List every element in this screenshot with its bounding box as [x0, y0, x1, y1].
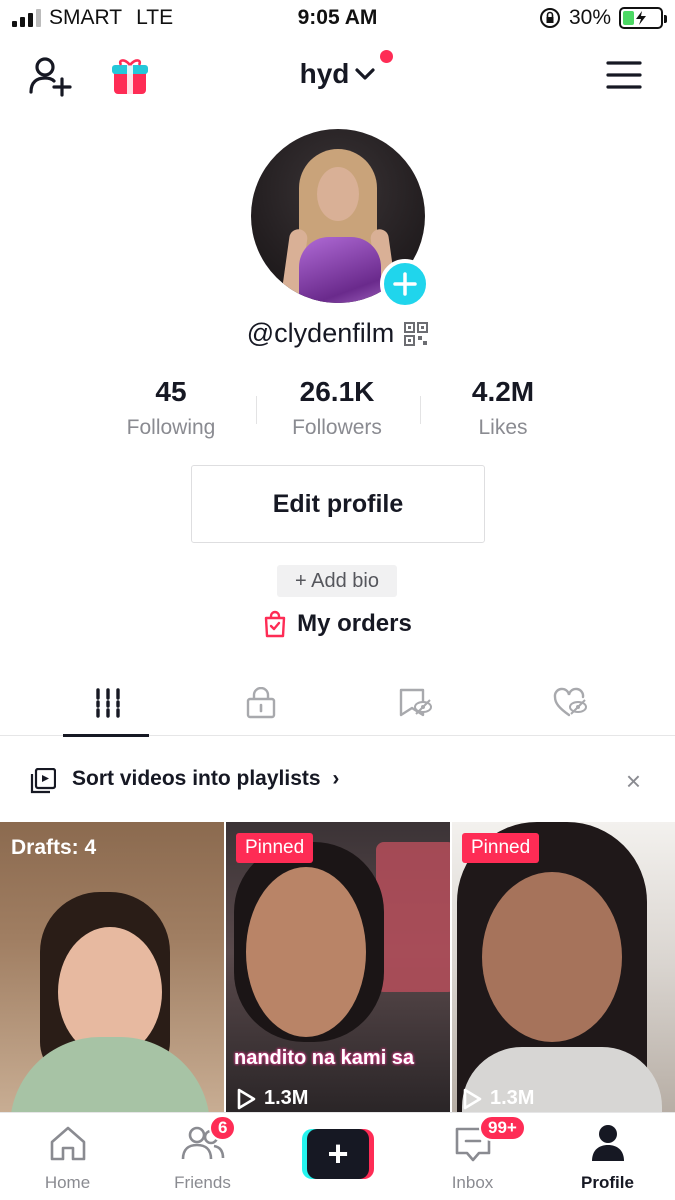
tab-liked[interactable]	[526, 670, 616, 736]
profile-icon	[591, 1125, 624, 1161]
nav-friends-label: Friends	[174, 1173, 231, 1192]
video-caption: nandito na kami sa	[234, 1047, 415, 1069]
nav-inbox[interactable]: 99+ Inbox	[405, 1115, 540, 1193]
close-icon[interactable]: ×	[626, 766, 641, 797]
chevron-down-icon	[355, 68, 375, 80]
profile-stats: 45 Following 26.1K Followers 4.2M Likes	[0, 376, 675, 446]
followers-label: Followers	[292, 416, 382, 439]
my-orders-link[interactable]: My orders	[0, 610, 675, 645]
add-bio-button[interactable]: + Add bio	[277, 565, 397, 597]
likes-count: 4.2M	[471, 376, 535, 407]
account-username: hyd	[299, 58, 350, 89]
shopping-bag-icon	[264, 610, 286, 638]
inbox-badge: 99+	[479, 1115, 526, 1141]
status-bar: SMART LTE 9:05 AM 30%	[0, 0, 675, 40]
playlists-banner[interactable]: Sort videos into playlists › ×	[0, 750, 675, 810]
hidden-heart-icon	[553, 687, 587, 717]
video-tile-drafts[interactable]: Drafts: 4	[0, 822, 224, 1112]
playlist-icon	[30, 767, 57, 799]
following-label: Following	[126, 416, 216, 439]
menu-icon[interactable]	[606, 60, 642, 95]
view-count-text: 1.3M	[264, 1087, 309, 1109]
stat-divider	[420, 396, 421, 424]
battery-icon	[619, 7, 667, 29]
lock-icon	[246, 687, 276, 719]
video-grid: Drafts: 4 Pinned nandito na kami sa 1.3M…	[0, 822, 675, 1112]
followers-count: 26.1K	[299, 376, 375, 407]
account-switcher[interactable]: hyd	[0, 50, 675, 90]
status-right: 30%	[539, 6, 667, 30]
friends-badge: 6	[209, 1115, 237, 1141]
likes-label: Likes	[478, 416, 528, 439]
plus-icon: +	[307, 1129, 369, 1179]
nav-inbox-label: Inbox	[451, 1173, 494, 1192]
profile-header: hyd	[0, 40, 675, 115]
nav-profile-label: Profile	[581, 1173, 634, 1192]
handle-text: @clydenfilm	[246, 318, 395, 348]
tab-videos[interactable]	[63, 670, 153, 737]
video-tile-pinned-2[interactable]: Pinned 1.3M	[452, 822, 675, 1112]
hidden-bookmark-icon	[399, 688, 432, 717]
bottom-nav: Home 6 Friends + 99+ Inbox Profile	[0, 1112, 675, 1200]
home-icon	[50, 1126, 85, 1161]
drafts-label: Drafts: 4	[11, 836, 97, 859]
tab-private[interactable]	[216, 670, 306, 736]
create-button[interactable]: +	[302, 1129, 374, 1179]
view-count: 1.3M	[462, 1087, 534, 1110]
stat-following[interactable]: 45 Following	[91, 376, 251, 440]
orientation-lock-icon	[539, 8, 560, 28]
play-icon	[237, 1088, 256, 1109]
nav-home[interactable]: Home	[0, 1121, 135, 1193]
nav-profile[interactable]: Profile	[540, 1121, 675, 1193]
tab-favorites[interactable]	[370, 670, 460, 736]
profile-handle: @clydenfilm	[0, 318, 675, 349]
grid-icon	[96, 688, 120, 718]
battery-percent: 30%	[568, 6, 611, 29]
play-icon	[463, 1088, 482, 1109]
my-orders-label: My orders	[297, 610, 412, 637]
chevron-right-icon: ›	[332, 767, 340, 790]
notification-dot	[380, 50, 394, 63]
pinned-badge: Pinned	[462, 833, 540, 863]
pinned-badge: Pinned	[236, 833, 314, 863]
playlists-text: Sort videos into playlists ›	[72, 767, 339, 791]
qr-code-icon[interactable]	[404, 321, 429, 346]
stat-likes[interactable]: 4.2M Likes	[423, 376, 583, 440]
edit-profile-button[interactable]: Edit profile	[191, 465, 485, 543]
video-tile-pinned-1[interactable]: Pinned nandito na kami sa 1.3M	[226, 822, 450, 1112]
playlists-label: Sort videos into playlists	[72, 767, 321, 790]
plus-icon	[393, 272, 417, 296]
nav-home-label: Home	[44, 1173, 91, 1192]
following-count: 45	[155, 376, 187, 407]
view-count: 1.3M	[236, 1087, 308, 1110]
stat-followers[interactable]: 26.1K Followers	[257, 376, 417, 440]
profile-tabs	[0, 670, 675, 737]
add-photo-button[interactable]	[380, 259, 430, 309]
view-count-text: 1.3M	[490, 1087, 535, 1109]
nav-friends[interactable]: 6 Friends	[135, 1115, 270, 1193]
